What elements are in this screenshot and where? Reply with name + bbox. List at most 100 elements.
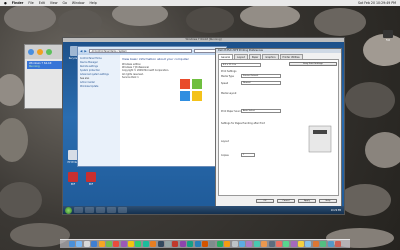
pdf-icon — [86, 172, 96, 182]
dock-app-icon[interactable] — [113, 241, 120, 247]
menu-edit[interactable]: Edit — [39, 1, 45, 5]
menu-view[interactable]: View — [50, 1, 58, 5]
dock-app-icon[interactable] — [327, 241, 334, 247]
dock-app-icon[interactable] — [91, 241, 98, 247]
dock-app-icon[interactable] — [83, 241, 90, 247]
layout-label: Layout — [221, 140, 229, 143]
dock-app-icon[interactable] — [105, 241, 112, 247]
mac-dock — [60, 239, 350, 248]
address-bar[interactable]: All Control Panel Items › System — [88, 49, 192, 53]
dock-app-icon[interactable] — [179, 241, 186, 247]
dock-app-icon[interactable] — [268, 241, 275, 247]
page-handling-label: Settings for Pages Handling after Print — [221, 122, 265, 125]
vm-window-title: Windows 7 64-bit [Running] — [63, 38, 344, 42]
dock-app-icon[interactable] — [335, 241, 342, 247]
dock-app-icon[interactable] — [157, 241, 164, 247]
dock-app-icon[interactable] — [224, 241, 231, 247]
ok-button[interactable]: OK — [256, 199, 274, 203]
pdf-file-icon[interactable]: PDF — [83, 172, 99, 186]
pdf-icon — [68, 172, 78, 182]
back-arrow-icon[interactable]: ◀ — [80, 49, 82, 53]
taskbar-ie-icon[interactable] — [74, 207, 83, 213]
menu-go[interactable]: Go — [62, 1, 66, 5]
dock-app-icon[interactable] — [238, 241, 245, 247]
dock-app-icon[interactable] — [98, 241, 105, 247]
speed-select[interactable]: Normal — [241, 81, 281, 85]
menu-finder[interactable]: Finder — [12, 1, 24, 5]
dock-app-icon[interactable] — [142, 241, 149, 247]
taskbar-clock[interactable]: 10:29 PM — [331, 209, 341, 212]
start-button-icon[interactable] — [65, 206, 72, 214]
dock-app-icon[interactable] — [312, 241, 319, 247]
drive-icon — [383, 30, 393, 38]
paper-source-label: Print Paper Source — [221, 110, 243, 113]
taskbar-control-panel-icon[interactable] — [107, 207, 116, 213]
cancel-button[interactable]: Cancel — [277, 199, 295, 203]
desktop-icon-fox[interactable]: FOX — [380, 30, 396, 42]
dock-app-icon[interactable] — [283, 241, 290, 247]
dock-app-icon[interactable] — [253, 241, 260, 247]
easy-print-settings-button[interactable]: Easy Print Settings — [289, 62, 337, 66]
start-vm-icon[interactable] — [46, 49, 52, 55]
apply-button[interactable]: Apply — [298, 199, 316, 203]
media-type-select[interactable]: Printer Default — [241, 74, 281, 78]
dock-app-icon[interactable] — [298, 241, 305, 247]
menubar-clock[interactable]: Sat Feb 20 10:29:49 PM — [358, 1, 400, 5]
dock-app-icon[interactable] — [202, 241, 208, 247]
dock-app-icon[interactable] — [261, 241, 268, 247]
printing-preferences-dialog: Dell 2335dn MFP Printing Preferences Gen… — [215, 48, 342, 207]
sidebar-link[interactable]: Windows Update — [80, 85, 118, 89]
settings-vm-icon[interactable] — [37, 49, 43, 55]
help-button[interactable]: Help — [319, 199, 337, 203]
speed-label: Speed — [221, 82, 229, 85]
media-layout-label: Media Layout — [221, 92, 237, 95]
copies-label: Copies — [221, 154, 229, 157]
dock-app-icon[interactable] — [68, 241, 75, 247]
taskbar-printer-icon[interactable] — [118, 207, 127, 213]
dock-app-icon[interactable] — [194, 241, 201, 247]
taskbar-media-icon[interactable] — [96, 207, 105, 213]
dock-app-icon[interactable] — [246, 241, 253, 247]
dock-app-icon[interactable] — [135, 241, 142, 247]
mac-menubar: ● Finder File Edit View Go Window Help S… — [0, 0, 400, 6]
page-title: View basic information about your comput… — [122, 57, 189, 61]
paper-size-select[interactable]: 8.5 x 11.0 in — [221, 63, 261, 67]
control-panel-toolbar: ◀ ▶ All Control Panel Items › System — [78, 47, 226, 55]
menu-file[interactable]: File — [28, 1, 33, 5]
vm-list-item[interactable]: Windows 7 64-bit Running — [27, 61, 65, 69]
dock-app-icon[interactable] — [120, 241, 127, 247]
dock-app-icon[interactable] — [320, 241, 327, 247]
windows7-vm-window: Windows 7 64-bit [Running] Recycle Bin H… — [62, 37, 345, 215]
dock-app-icon[interactable] — [305, 241, 312, 247]
print-settings-label: Print Settings — [221, 70, 237, 73]
copies-stepper[interactable]: 1 — [241, 153, 255, 157]
forward-arrow-icon[interactable]: ▶ — [84, 49, 86, 53]
dock-app-icon[interactable] — [187, 241, 194, 247]
new-vm-icon[interactable] — [28, 49, 34, 55]
desktop-icon-label: FOX — [385, 39, 391, 42]
dock-app-icon[interactable] — [76, 241, 83, 247]
dock-app-icon[interactable] — [209, 241, 216, 247]
dock-app-icon[interactable] — [290, 241, 297, 247]
dock-app-icon[interactable] — [128, 241, 135, 247]
dialog-body: Easy Print Settings 8.5 x 11.0 in Print … — [218, 59, 339, 196]
desktop-icon-label: PDF — [88, 183, 94, 186]
menu-help[interactable]: Help — [89, 1, 96, 5]
desktop-icon-label: PDF — [70, 183, 76, 186]
taskbar-explorer-icon[interactable] — [85, 207, 94, 213]
pdf-file-icon[interactable]: PDF — [65, 172, 81, 186]
windows-logo-icon — [180, 79, 202, 101]
dock-app-icon[interactable] — [275, 241, 282, 247]
dock-app-icon[interactable] — [216, 241, 223, 247]
dock-app-icon[interactable] — [150, 241, 157, 247]
dock-app-icon[interactable] — [172, 241, 179, 247]
dock-app-icon[interactable] — [231, 241, 238, 247]
apple-menu-icon[interactable]: ● — [4, 1, 7, 5]
printer-preview-icon — [308, 125, 332, 153]
info-line: Service Pack 1 — [122, 75, 139, 79]
dock-app-icon[interactable] — [165, 241, 172, 247]
paper-source-select[interactable]: Auto Select — [241, 109, 281, 113]
vm-status: Running — [29, 65, 40, 68]
control-panel-system-window: ◀ ▶ All Control Panel Items › System Con… — [77, 46, 227, 167]
menu-window[interactable]: Window — [72, 1, 85, 5]
